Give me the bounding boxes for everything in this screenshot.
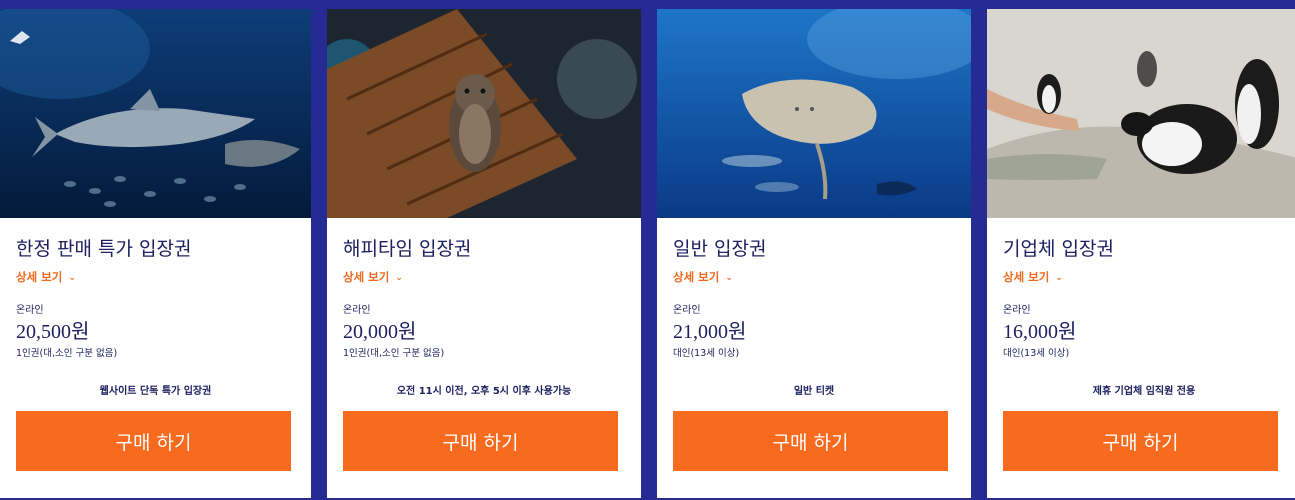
detail-toggle[interactable]: 상세 보기 ⌄ [1003, 269, 1063, 285]
chevron-down-icon: ⌄ [725, 273, 733, 283]
card-title: 한정 판매 특가 입장권 [16, 238, 192, 260]
buy-button[interactable]: 구매 하기 [673, 411, 948, 471]
otter-photo [327, 9, 641, 218]
price: 16,000원 [1003, 321, 1077, 343]
card-title: 해피타임 입장권 [343, 238, 472, 260]
ticket-card-general: 일반 입장권 상세 보기 ⌄ 온라인 21,000원 대인(13세 이상) 일반 … [657, 9, 971, 498]
sales-channel: 온라인 [1003, 305, 1031, 316]
buy-button[interactable]: 구매 하기 [343, 411, 618, 471]
penguin-photo [987, 9, 1295, 218]
price: 21,000원 [673, 321, 747, 343]
stingray-photo [657, 9, 971, 218]
ticket-card-limited: 한정 판매 특가 입장권 상세 보기 ⌄ 온라인 20,500원 1인권(대,소인… [0, 9, 311, 498]
sales-channel: 온라인 [673, 305, 701, 316]
ticket-condition: 1인권(대,소인 구분 없음) [16, 348, 118, 359]
ticket-condition: 대인(13세 이상) [673, 348, 740, 359]
buy-button[interactable]: 구매 하기 [1003, 411, 1278, 471]
ticket-note: 일반 티켓 [793, 386, 835, 397]
detail-label: 상세 보기 [16, 270, 63, 284]
ticket-note: 오전 11시 이전, 오후 5시 이후 사용가능 [396, 386, 572, 397]
detail-toggle[interactable]: 상세 보기 ⌄ [673, 269, 733, 285]
ticket-condition: 1인권(대,소인 구분 없음) [343, 348, 445, 359]
sales-channel: 온라인 [343, 305, 371, 316]
ticket-card-happytime: 해피타임 입장권 상세 보기 ⌄ 온라인 20,000원 1인권(대,소인 구분 … [327, 9, 641, 498]
sales-channel: 온라인 [16, 305, 44, 316]
buy-button[interactable]: 구매 하기 [16, 411, 291, 471]
chevron-down-icon: ⌄ [68, 273, 76, 283]
ticket-card-corporate: 기업체 입장권 상세 보기 ⌄ 온라인 16,000원 대인(13세 이상) 제휴… [987, 9, 1295, 498]
card-title: 기업체 입장권 [1003, 238, 1114, 260]
ticket-note: 웹사이트 단독 특가 입장권 [99, 386, 212, 397]
chevron-down-icon: ⌄ [1055, 273, 1063, 283]
detail-toggle[interactable]: 상세 보기 ⌄ [343, 269, 403, 285]
detail-label: 상세 보기 [343, 270, 390, 284]
price: 20,500원 [16, 321, 90, 343]
detail-toggle[interactable]: 상세 보기 ⌄ [16, 269, 76, 285]
ticket-condition: 대인(13세 이상) [1003, 348, 1070, 359]
ticket-note: 제휴 기업체 임직원 전용 [1092, 386, 1196, 397]
card-title: 일반 입장권 [673, 238, 767, 260]
price: 20,000원 [343, 321, 417, 343]
chevron-down-icon: ⌄ [395, 273, 403, 283]
detail-label: 상세 보기 [673, 270, 720, 284]
detail-label: 상세 보기 [1003, 270, 1050, 284]
shark-photo [0, 9, 311, 218]
